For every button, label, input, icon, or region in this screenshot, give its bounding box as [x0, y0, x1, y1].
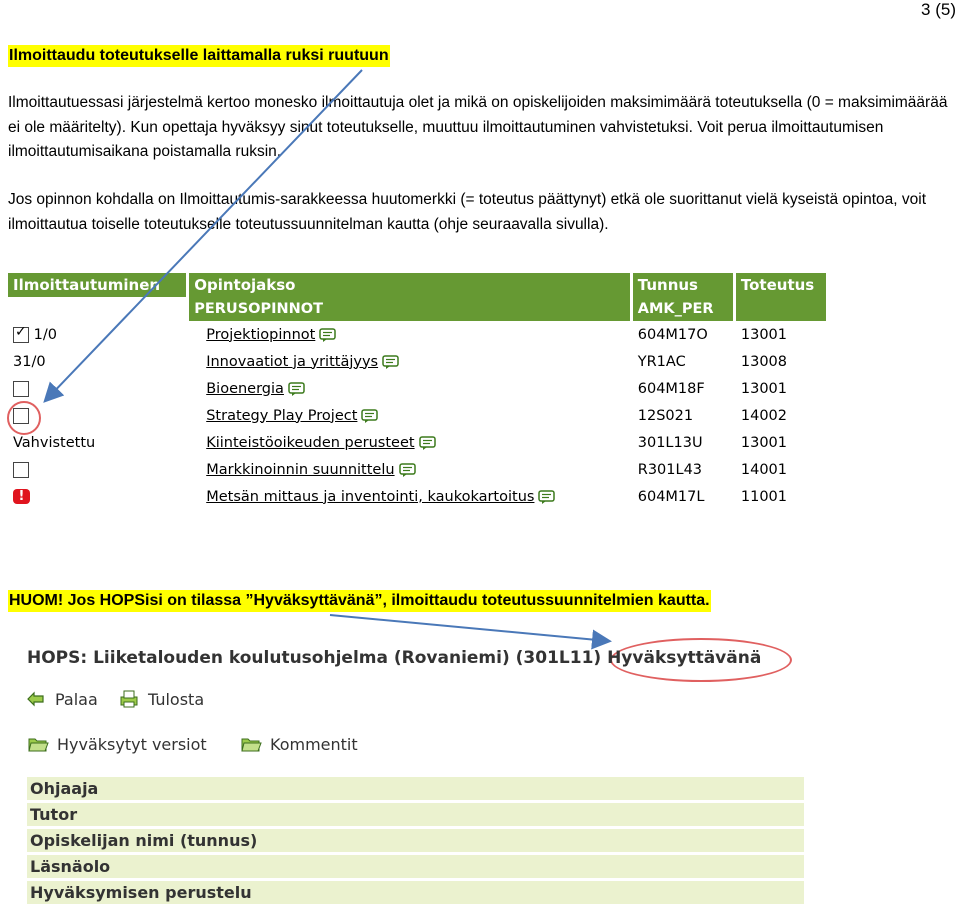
enroll-checkbox[interactable]: [13, 380, 29, 397]
enrollment-cell: 1/0: [8, 321, 190, 348]
info-row-student-name: Opiskelijan nimi (tunnus): [27, 829, 804, 852]
code-cell: 604M17O: [632, 321, 736, 348]
group-row: PERUSOPINNOT AMK_PER: [8, 297, 826, 321]
header-code[interactable]: Tunnus: [632, 273, 736, 297]
header-implementation[interactable]: Toteutus: [735, 273, 826, 297]
code-cell: 604M18F: [632, 375, 736, 402]
page-number: 3 (5): [921, 0, 956, 19]
back-label: Palaa: [55, 689, 98, 709]
table-row: Strategy Play Project 12S021 14002: [8, 402, 826, 429]
approved-versions-action[interactable]: Hyväksytyt versiot: [27, 734, 207, 754]
approved-versions-label: Hyväksytyt versiot: [57, 734, 207, 754]
implementation-cell: 11001: [735, 483, 826, 510]
folder-icon: [241, 738, 262, 752]
course-cell: Bioenergia: [189, 375, 633, 402]
table-row: 1/0 Projektiopinnot 604M17O13001: [8, 321, 826, 348]
enroll-checkbox[interactable]: [13, 324, 29, 343]
comment-icon[interactable]: [319, 327, 337, 342]
print-icon: [120, 690, 138, 708]
enrollment-cell: !: [8, 483, 190, 510]
table-header-row: Ilmoittautuminen Opintojakso Tunnus Tote…: [8, 273, 826, 297]
arrow-to-status: [329, 614, 612, 650]
enrollment-cell: [8, 375, 190, 402]
enrollment-status: 31/0: [13, 353, 46, 370]
course-link[interactable]: Innovaatiot ja yrittäjyys: [206, 354, 378, 370]
implementation-cell: 13001: [735, 375, 826, 402]
back-action[interactable]: Palaa: [25, 689, 98, 709]
header-enrollment[interactable]: Ilmoittautuminen: [8, 273, 190, 297]
enrollment-cell: [8, 456, 190, 483]
instruction-paragraph-2: Jos opinnon kohdalla on Ilmoittautumis-s…: [8, 191, 927, 233]
enrollment-cell: 31/0: [8, 348, 190, 375]
code-cell: 301L13U: [632, 429, 736, 456]
huom-note: HUOM! Jos HOPSisi on tilassa ”Hyväksyttä…: [8, 590, 711, 612]
course-link[interactable]: Kiinteistöoikeuden perusteet: [206, 435, 414, 451]
hops-title: HOPS: Liiketalouden koulutusohjelma (Rov…: [27, 648, 762, 668]
info-row-tutor: Tutor: [27, 803, 804, 826]
comment-icon[interactable]: [361, 408, 379, 423]
course-link[interactable]: Strategy Play Project: [206, 408, 357, 424]
folder-icon: [28, 738, 49, 752]
section-title: Ilmoittaudu toteutukselle laittamalla ru…: [8, 45, 390, 67]
comments-label: Kommentit: [270, 734, 358, 754]
comment-icon[interactable]: [418, 435, 436, 450]
course-cell: Projektiopinnot: [189, 321, 633, 348]
table-row: Vahvistettu Kiinteistöoikeuden perusteet 3…: [8, 429, 826, 456]
course-link[interactable]: Markkinoinnin suunnittelu: [206, 462, 394, 478]
table-row: 31/0 Innovaatiot ja yrittäjyys YR1AC 13008: [8, 348, 826, 375]
group-code: AMK_PER: [632, 297, 736, 321]
enroll-checkbox[interactable]: [13, 461, 29, 478]
print-label: Tulosta: [148, 689, 205, 709]
instruction-paragraph-1: Ilmoittautuessasi järjestelmä kertoo mon…: [8, 94, 948, 160]
code-cell: 12S021: [632, 402, 736, 429]
exclamation-icon: !: [13, 489, 30, 504]
table-row: ! Metsän mittaus ja inventointi, kaukokar…: [8, 483, 826, 510]
back-icon: [27, 691, 44, 707]
implementation-cell: 13008: [735, 348, 826, 375]
header-course[interactable]: Opintojakso: [189, 273, 633, 297]
enrollment-status: Vahvistettu: [13, 434, 96, 451]
enrollment-table: Ilmoittautuminen Opintojakso Tunnus Tote…: [8, 273, 826, 510]
code-cell: YR1AC: [632, 348, 736, 375]
implementation-cell: 13001: [735, 429, 826, 456]
table-row: Markkinoinnin suunnittelu R301L43 14001: [8, 456, 826, 483]
table-row: Bioenergia 604M18F 13001: [8, 375, 826, 402]
enrollment-count: 1/0: [33, 326, 57, 343]
implementation-cell: 13001: [735, 321, 826, 348]
comment-icon[interactable]: [382, 354, 399, 369]
comment-icon[interactable]: [288, 381, 305, 396]
hops-info-box: Ohjaaja Tutor Opiskelijan nimi (tunnus) …: [27, 777, 804, 907]
info-row-supervisor: Ohjaaja: [27, 777, 804, 800]
enrollment-cell: Vahvistettu: [8, 429, 190, 456]
course-link[interactable]: Bioenergia: [206, 381, 284, 397]
course-cell: Markkinoinnin suunnittelu: [189, 456, 633, 483]
course-cell: Kiinteistöoikeuden perusteet: [189, 429, 633, 456]
implementation-cell: 14002: [735, 402, 826, 429]
comments-action[interactable]: Kommentit: [240, 734, 358, 754]
print-action[interactable]: Tulosta: [118, 689, 204, 709]
course-cell: Metsän mittaus ja inventointi, kaukokart…: [189, 483, 633, 510]
course-link[interactable]: Projektiopinnot: [206, 327, 315, 343]
info-row-approval-reason: Hyväksymisen perustelu: [27, 881, 804, 904]
code-cell: 604M17L: [632, 483, 736, 510]
info-row-attendance: Läsnäolo: [27, 855, 804, 878]
course-cell: Strategy Play Project: [189, 402, 633, 429]
implementation-cell: 14001: [735, 456, 826, 483]
comment-icon[interactable]: [398, 462, 416, 477]
course-link[interactable]: Metsän mittaus ja inventointi, kaukokart…: [206, 489, 534, 505]
course-cell: Innovaatiot ja yrittäjyys: [189, 348, 633, 375]
comment-icon[interactable]: [538, 489, 556, 504]
group-name: PERUSOPINNOT: [189, 297, 633, 321]
checkbox-highlight-circle: [7, 401, 41, 435]
code-cell: R301L43: [632, 456, 736, 483]
